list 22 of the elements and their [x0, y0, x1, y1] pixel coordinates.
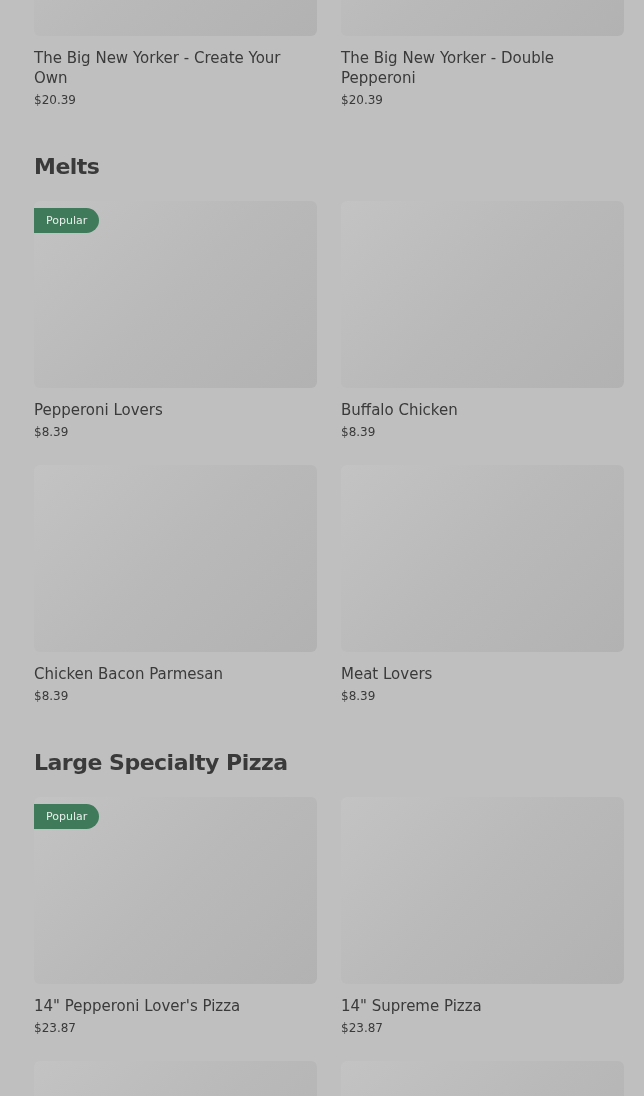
popular-badge: Popular — [34, 208, 100, 233]
item-name[interactable]: Meat Lovers — [341, 664, 624, 684]
item-name[interactable]: Buffalo Chicken — [341, 400, 624, 420]
item-price: $23.87 — [341, 1020, 384, 1037]
section-heading: Large Specialty Pizza — [34, 749, 289, 777]
item-name[interactable]: The Big New Yorker - Double Pepperoni — [341, 48, 624, 88]
item-price: $8.39 — [341, 424, 377, 441]
item-price: $8.39 — [341, 688, 377, 705]
item-price: $20.39 — [34, 92, 77, 109]
item-name[interactable]: The Big New Yorker - Create Your Own — [34, 48, 317, 88]
popular-badge: Popular — [34, 804, 100, 829]
item-name[interactable]: 14" Pepperoni Lover's Pizza — [34, 996, 317, 1016]
item-price: $20.39 — [341, 92, 384, 109]
item-price: $8.39 — [34, 424, 70, 441]
image-placeholder[interactable]: Popular — [34, 797, 317, 984]
section-heading: Melts — [34, 153, 101, 181]
item-name[interactable]: Pepperoni Lovers — [34, 400, 317, 420]
item-name[interactable]: Chicken Bacon Parmesan — [34, 664, 317, 684]
item-name[interactable]: 14" Supreme Pizza — [341, 996, 624, 1016]
item-price: $8.39 — [34, 688, 70, 705]
item-price: $23.87 — [34, 1020, 77, 1037]
image-placeholder[interactable]: Popular — [34, 201, 317, 388]
